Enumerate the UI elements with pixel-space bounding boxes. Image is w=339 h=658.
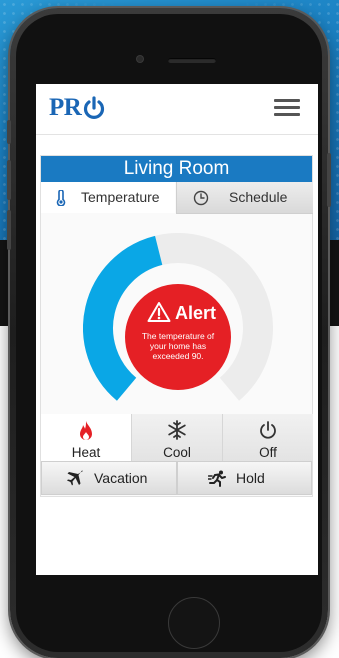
vacation-button[interactable]: Vacation [41,461,177,495]
mode-off-button[interactable]: Off [222,414,313,461]
snowflake-icon [168,420,186,440]
alert-header: Alert [125,300,231,326]
brand-logo: PR [49,94,105,122]
power-icon [260,421,276,439]
tab-temperature[interactable]: Temperature [41,182,175,213]
tab-temperature-label: Temperature [81,189,160,205]
power-icon [83,96,105,119]
front-camera [137,56,143,62]
mode-cool-button[interactable]: Cool [131,414,222,461]
mode-selector: Heat Cool Off [41,414,313,461]
tab-schedule-label: Schedule [229,189,288,205]
app-screen: PR Living Room Temperature Schedule Aler… [36,84,318,575]
room-title: Living Room [41,156,312,182]
tab-bar: Temperature Schedule [41,182,313,214]
hold-label: Hold [236,470,265,486]
mode-heat-label: Heat [71,445,101,460]
hamburger-menu-icon[interactable] [274,99,300,118]
volume-up-button [7,160,11,200]
airplane-icon [67,470,83,486]
running-person-icon [208,470,226,487]
mode-off-label: Off [259,445,277,460]
alert-badge: Alert The temperature of your home has e… [125,284,231,390]
hold-button[interactable]: Hold [177,461,312,495]
tab-schedule[interactable]: Schedule [176,182,313,214]
power-side-button [327,153,331,207]
action-row: Vacation Hold [41,461,312,495]
mode-heat-button[interactable]: Heat [41,414,131,461]
mute-switch [7,120,11,144]
clock-icon [193,190,209,206]
flame-icon [80,421,92,440]
mode-cool-label: Cool [163,445,191,460]
warning-icon [147,302,171,322]
logo-text: PR [49,94,82,121]
thermometer-icon [56,190,66,206]
room-card: Living Room Temperature Schedule Alert T… [40,155,313,497]
alert-message: The temperature of your home has exceede… [141,331,215,361]
app-header: PR [36,84,318,135]
alert-title: Alert [175,303,217,323]
volume-down-button [7,210,11,250]
earpiece-speaker [168,58,216,63]
vacation-label: Vacation [94,470,148,486]
home-button[interactable] [168,597,220,649]
